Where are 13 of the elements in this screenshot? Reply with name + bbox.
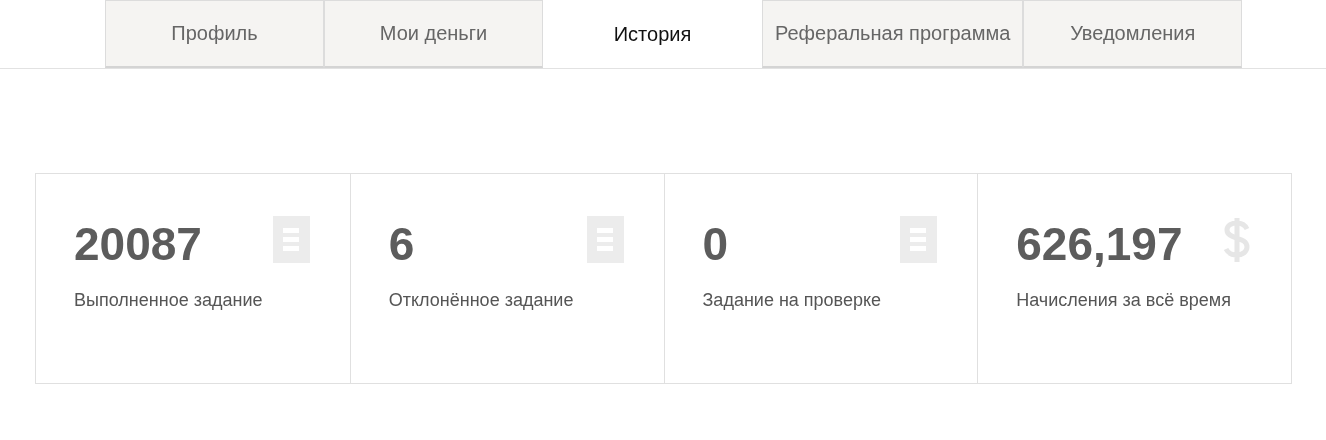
stat-value: 626,197 bbox=[1016, 217, 1183, 272]
dollar-icon bbox=[1223, 216, 1251, 264]
stat-label: Отклонённое задание bbox=[388, 289, 575, 312]
stat-value: 6 bbox=[388, 217, 415, 272]
tab[interactable]: Профиль bbox=[105, 0, 324, 68]
stat-label: Задание на проверке bbox=[702, 289, 883, 312]
tab[interactable]: Реферальная программа bbox=[762, 0, 1024, 68]
stat-label: Выполненное задание bbox=[74, 289, 264, 312]
stat-value: 20087 bbox=[74, 217, 202, 272]
tab[interactable]: Уведомления bbox=[1023, 0, 1243, 68]
stat-label: Начисления за всё время bbox=[1016, 289, 1232, 312]
stat-value: 0 bbox=[702, 217, 729, 272]
tab[interactable]: Мои деньги bbox=[324, 0, 543, 68]
